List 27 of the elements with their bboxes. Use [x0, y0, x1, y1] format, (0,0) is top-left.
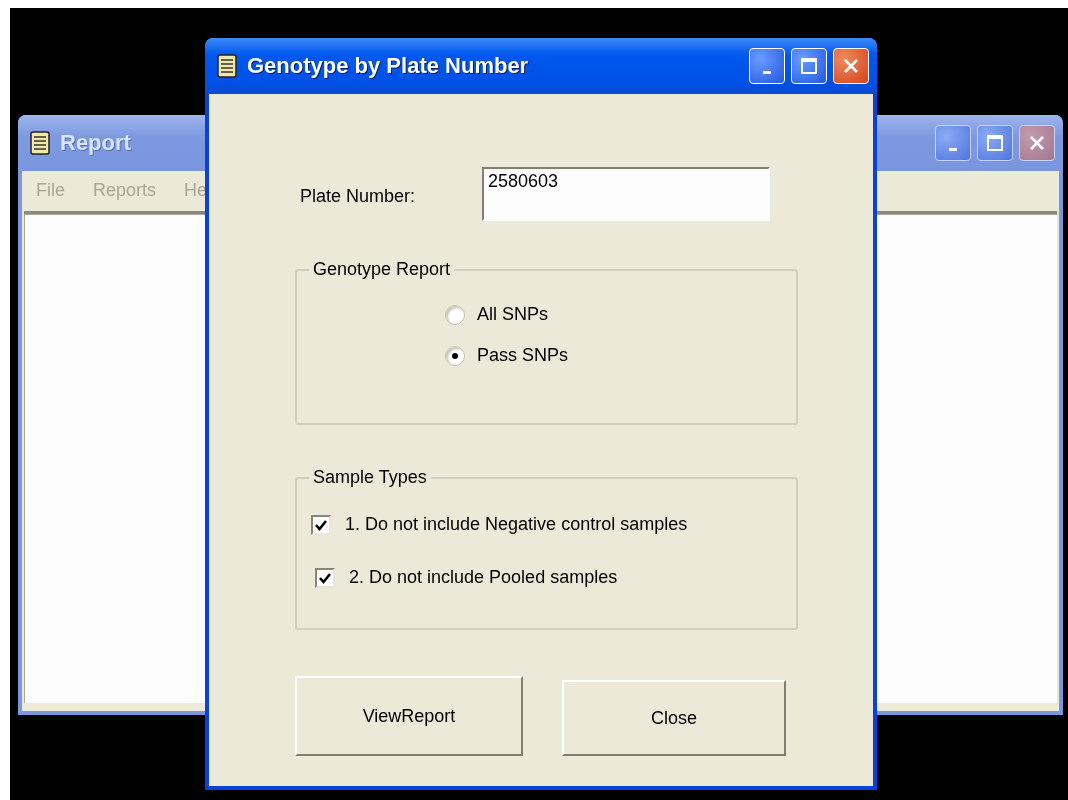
maximize-icon — [986, 134, 1004, 152]
document-icon — [30, 131, 50, 155]
group-title: Sample Types — [312, 467, 428, 488]
radio-button[interactable] — [445, 345, 465, 366]
plate-number-field[interactable]: 2580603 — [482, 167, 770, 221]
maximize-icon — [800, 57, 818, 75]
radio-label: All SNPs — [477, 304, 548, 325]
close-button[interactable] — [1019, 125, 1055, 161]
minimize-icon — [949, 147, 957, 151]
minimize-icon — [763, 70, 771, 74]
group-title: Genotype Report — [312, 259, 452, 280]
radio-label: Pass SNPs — [477, 345, 569, 366]
minimize-button[interactable] — [935, 125, 971, 161]
checkbox-label: 1. Do not include Negative control samples — [345, 514, 688, 535]
window-title: Report — [60, 130, 132, 156]
checkbox-label: 2. Do not include Pooled samples — [349, 567, 618, 588]
close-icon — [1028, 134, 1046, 152]
close-dialog-button[interactable]: Close — [562, 680, 786, 756]
maximize-button[interactable] — [977, 125, 1013, 161]
view-report-button[interactable]: ViewReport — [295, 676, 523, 756]
field-label: Plate Number: — [300, 186, 417, 208]
checkbox[interactable] — [311, 514, 331, 535]
window-title: Genotype by Plate Number — [247, 53, 530, 79]
document-icon — [217, 54, 237, 78]
radio-button[interactable] — [445, 304, 465, 325]
close-icon — [842, 57, 860, 75]
checkbox[interactable] — [315, 567, 335, 588]
